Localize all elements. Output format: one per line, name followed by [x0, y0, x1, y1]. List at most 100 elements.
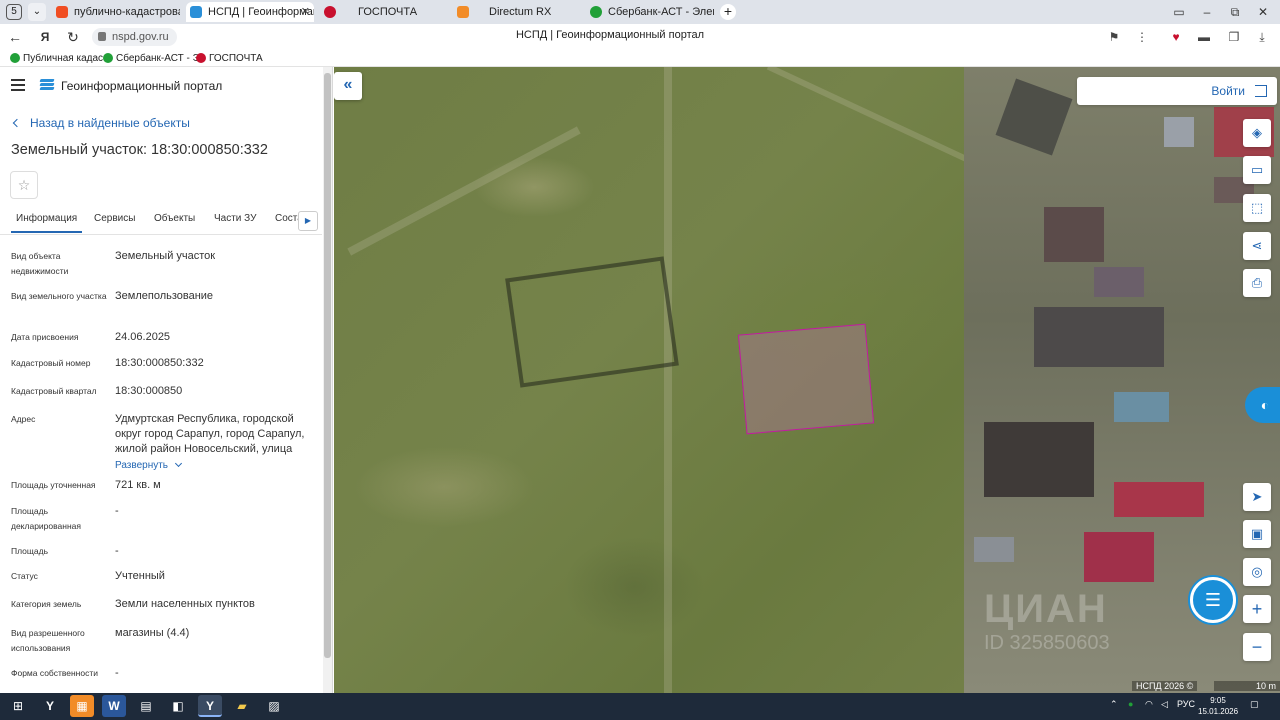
- panel-scrollbar[interactable]: [323, 67, 332, 693]
- select-area-icon[interactable]: ⬚: [1243, 194, 1271, 222]
- sberbank-favicon-icon: [590, 6, 602, 18]
- new-tab-button[interactable]: +: [720, 4, 736, 20]
- assistant-extension-button[interactable]: ◐: [1245, 387, 1280, 423]
- field-label: Площадь: [11, 546, 49, 556]
- app-icon[interactable]: ▦: [70, 695, 94, 717]
- share-icon[interactable]: ⋖: [1243, 232, 1271, 260]
- house-roof: [1034, 307, 1164, 367]
- field-value: магазины (4.4): [115, 627, 190, 639]
- field-label: Форма собственности: [11, 668, 98, 678]
- field-value: 18:30:000850:332: [115, 357, 204, 369]
- field-value: 24.06.2025: [115, 331, 171, 343]
- url-field[interactable]: nspd.gov.ru: [92, 28, 177, 46]
- tab-information[interactable]: Информация: [11, 213, 83, 233]
- close-tab-icon[interactable]: ✕: [301, 2, 310, 22]
- ruined-foundation: [505, 256, 679, 388]
- windows-start-icon[interactable]: ⊞: [6, 695, 30, 717]
- notifications-icon[interactable]: ▢: [1250, 699, 1259, 710]
- yandex-favicon-icon: [56, 6, 68, 18]
- zoom-in-button[interactable]: +: [1243, 595, 1271, 623]
- directum-favicon-icon: [457, 6, 469, 18]
- tray-app-icon[interactable]: ●: [1128, 699, 1133, 709]
- geolocation-icon[interactable]: ➤: [1243, 483, 1271, 511]
- field-label: Дата присвоения: [11, 332, 79, 342]
- language-indicator[interactable]: РУС: [1177, 699, 1195, 709]
- tabs-dropdown-icon[interactable]: ⌄: [28, 3, 46, 21]
- field-label: Вид объекта недвижимости: [11, 251, 69, 276]
- file-explorer-icon[interactable]: ▰: [230, 695, 254, 717]
- wifi-icon[interactable]: ◠: [1145, 699, 1153, 710]
- collapse-panel-button[interactable]: «: [334, 72, 362, 100]
- collections-icon[interactable]: ❐: [1226, 29, 1242, 45]
- tab-objects[interactable]: Объекты: [154, 213, 195, 224]
- house-roof: [1094, 267, 1144, 297]
- land-parcel-outline[interactable]: [737, 323, 875, 435]
- tray-chevron-icon[interactable]: ⌃: [1110, 699, 1118, 710]
- tab-counter[interactable]: 5: [6, 4, 22, 20]
- clock[interactable]: 9:05 15.01.2026: [1198, 695, 1238, 717]
- satellite-map[interactable]: « Войти ◈ ▭ ⬚ ⋖ ⎙ ◐ ➤ ▣ ◎ + − ☰ ЦИАН ID …: [334, 67, 1280, 693]
- field-value: -: [115, 667, 119, 679]
- field-label: Адрес: [11, 414, 36, 424]
- app-icon[interactable]: ▤: [134, 695, 158, 717]
- bookmark-item[interactable]: ГОСПОЧТА: [196, 52, 263, 65]
- favorite-star-button[interactable]: ☆: [10, 171, 38, 199]
- app-icon[interactable]: ◧: [166, 695, 190, 717]
- minimize-icon[interactable]: –: [1194, 2, 1220, 22]
- bookmark-page-icon[interactable]: ⚑: [1106, 29, 1122, 45]
- app-icon[interactable]: ▨: [262, 695, 286, 717]
- alice-icon[interactable]: ▬: [1196, 29, 1212, 45]
- browser-tab-active[interactable]: НСПД | Геоинформацио ✕: [186, 2, 314, 22]
- chat-button[interactable]: ☰: [1190, 577, 1236, 623]
- close-window-icon[interactable]: ✕: [1250, 2, 1276, 22]
- bookmark-item[interactable]: Публичная кадас: [10, 52, 103, 65]
- house-roof: [1084, 532, 1154, 582]
- windows-taskbar: ⊞ Y ▦ W ▤ ◧ Y ▰ ▨ ⌃ ● ◠ ◁ РУС 9:05 15.01…: [0, 693, 1280, 720]
- word-icon[interactable]: W: [102, 695, 126, 717]
- bookmark-item[interactable]: Сбербанк-АСТ - Э: [103, 52, 200, 65]
- print-icon[interactable]: ⎙: [1243, 269, 1271, 297]
- back-link[interactable]: Назад в найденные объекты: [12, 116, 190, 130]
- house-roof: [984, 422, 1094, 497]
- field-value: Учтенный: [115, 570, 165, 582]
- field-label: Вид земельного участка: [11, 291, 107, 301]
- layers-icon[interactable]: ◈: [1243, 119, 1271, 147]
- field-label: Площадь декларированная: [11, 506, 81, 531]
- tab-services[interactable]: Сервисы: [94, 213, 135, 224]
- restore-icon[interactable]: ⧉: [1222, 2, 1248, 22]
- search-location-icon[interactable]: ◎: [1243, 558, 1271, 586]
- back-arrow-icon[interactable]: ←: [6, 28, 24, 46]
- tab-parts[interactable]: Части ЗУ: [214, 213, 256, 224]
- bookmark-icon[interactable]: ▭: [1166, 2, 1192, 22]
- yandex-icon[interactable]: Я: [36, 28, 54, 46]
- address-bar: ← Я ↻ nspd.gov.ru НСПД | Геоинформационн…: [0, 24, 1280, 50]
- more-icon[interactable]: ⋮: [1134, 29, 1150, 45]
- menu-icon[interactable]: [11, 79, 25, 91]
- field-value: Земельный участок: [115, 250, 216, 262]
- scrollbar-thumb[interactable]: [324, 73, 331, 658]
- yandex-browser-active-icon[interactable]: Y: [198, 695, 222, 717]
- field-value: -: [115, 505, 119, 517]
- browser-tab[interactable]: Сбербанк-АСТ - Электро: [586, 2, 714, 22]
- reload-icon[interactable]: ↻: [64, 28, 82, 46]
- house-roof: [1164, 117, 1194, 147]
- watermark: ЦИАН: [984, 587, 1108, 631]
- browser-tab[interactable]: публично-кадастровая к: [52, 2, 180, 22]
- ruler-icon[interactable]: ▭: [1243, 156, 1271, 184]
- zoom-out-button[interactable]: −: [1243, 633, 1271, 661]
- map-copyright: НСПД 2026 ©: [1132, 681, 1198, 691]
- field-value: 18:30:000850: [115, 385, 183, 397]
- download-icon[interactable]: ⤓: [1254, 29, 1270, 45]
- extension-icon[interactable]: ♥: [1168, 29, 1184, 45]
- login-button[interactable]: Войти: [1077, 77, 1277, 105]
- minimap-icon[interactable]: ▣: [1243, 520, 1271, 548]
- browser-tab[interactable]: ГОСПОЧТА: [320, 2, 448, 22]
- field-label: Статус: [11, 571, 38, 581]
- nspd-favicon-icon: [190, 6, 202, 18]
- tabs-scroll-right-icon[interactable]: ▶: [298, 211, 318, 231]
- volume-icon[interactable]: ◁: [1161, 699, 1168, 710]
- browser-tab[interactable]: Directum RX: [453, 2, 581, 22]
- yandex-browser-icon[interactable]: Y: [38, 695, 62, 717]
- field-label: Категория земель: [11, 599, 82, 609]
- expand-link[interactable]: Развернуть: [115, 458, 320, 473]
